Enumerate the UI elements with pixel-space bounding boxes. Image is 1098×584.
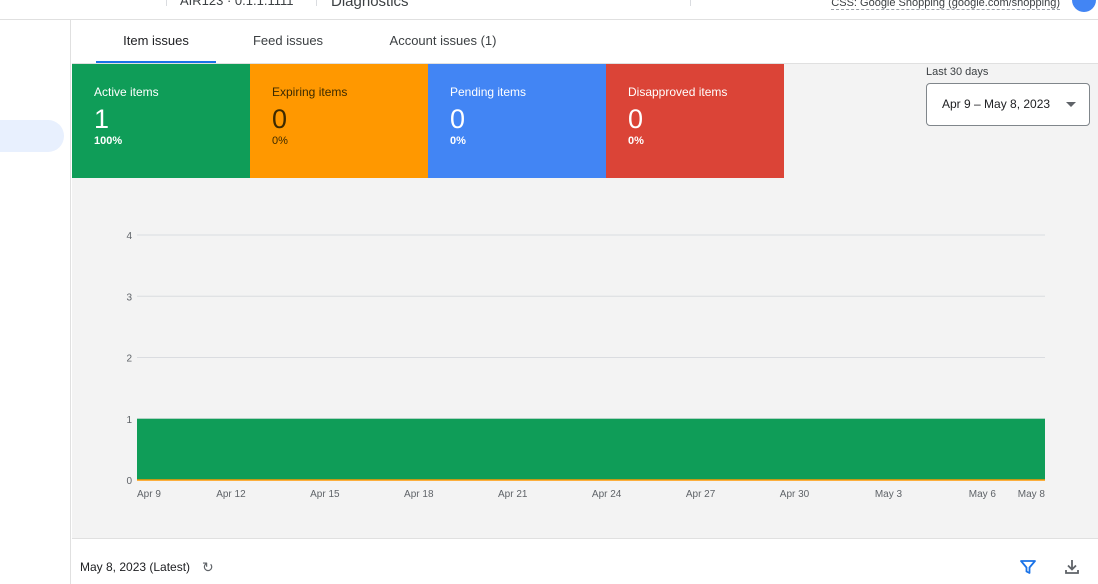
- x-tick-label: Apr 18: [404, 489, 434, 500]
- x-tick-label: May 3: [875, 489, 903, 500]
- y-tick-label: 1: [126, 415, 132, 426]
- sidebar-item-selected[interactable]: [0, 120, 64, 152]
- x-tick-label: Apr 27: [686, 489, 716, 500]
- tile-value: 0: [450, 104, 466, 134]
- tile-value: 0: [272, 104, 288, 134]
- breadcrumb-separator: [166, 0, 167, 6]
- tile-percent: 0%: [628, 135, 644, 147]
- y-tick-label: 4: [126, 231, 132, 242]
- x-tick-label: Apr 12: [216, 489, 246, 500]
- filter-icon[interactable]: [1020, 559, 1036, 580]
- tile-percent: 0%: [450, 135, 466, 147]
- y-tick-label: 3: [126, 292, 132, 303]
- latest-date: May 8, 2023 (Latest): [80, 560, 191, 574]
- tile-label: Active items: [94, 85, 159, 99]
- tile-label: Expiring items: [272, 85, 348, 99]
- tile-value: 0: [628, 104, 644, 134]
- tile-expiring-items[interactable]: Expiring items 0 0%: [250, 64, 428, 178]
- download-icon[interactable]: [1064, 559, 1080, 580]
- tile-disapproved-items[interactable]: Disapproved items 0 0%: [606, 64, 784, 178]
- x-tick-label: Apr 24: [592, 489, 622, 500]
- y-tick-label: 0: [126, 476, 132, 487]
- css-program-link[interactable]: CSS: Google Shopping (google.com/shoppin…: [831, 0, 1060, 10]
- date-range-label: Last 30 days: [926, 66, 989, 78]
- x-tick-label: May 8: [1018, 489, 1046, 500]
- x-tick-label: Apr 15: [310, 489, 340, 500]
- top-bar: AIR123 · 0.1.1.1111 Diagnostics CSS: Goo…: [0, 0, 1098, 20]
- toolbar-separator: [690, 0, 691, 6]
- x-tick-label: Apr 21: [498, 489, 528, 500]
- tile-label: Pending items: [450, 85, 527, 99]
- x-tick-label: May 6: [969, 489, 997, 500]
- tile-percent: 0%: [272, 135, 288, 147]
- breadcrumb-separator: [316, 0, 317, 6]
- tile-pending-items[interactable]: Pending items 0 0%: [428, 64, 606, 178]
- x-tick-label: Apr 9: [137, 489, 161, 500]
- tile-percent: 100%: [94, 135, 123, 147]
- x-tick-label: Apr 30: [780, 489, 810, 500]
- tile-active-items[interactable]: Active items 1 100%: [72, 64, 250, 178]
- refresh-icon[interactable]: ↻: [202, 559, 214, 576]
- area-series: [137, 418, 1045, 480]
- main-content: Item issues Feed issues Account issues (…: [72, 20, 1098, 584]
- date-range-select[interactable]: Apr 9 – May 8, 2023: [926, 83, 1090, 126]
- tile-value: 1: [94, 104, 110, 134]
- account-avatar[interactable]: [1072, 0, 1096, 12]
- chart-footer: May 8, 2023 (Latest) ↻: [72, 538, 1098, 584]
- date-range-value: Apr 9 – May 8, 2023: [942, 97, 1051, 111]
- y-axis-ticks: 0 1 2 3 4: [126, 231, 132, 487]
- dropdown-arrow-icon: [1066, 102, 1076, 107]
- tile-label: Disapproved items: [628, 85, 728, 99]
- breadcrumb-page: Diagnostics: [331, 0, 409, 10]
- breadcrumb-account[interactable]: AIR123 · 0.1.1.1111: [180, 0, 293, 8]
- chart-series: [137, 418, 1045, 481]
- y-tick-label: 2: [126, 354, 132, 365]
- x-axis-ticks: Apr 9 Apr 12 Apr 15 Apr 18 Apr 21 Apr 24 Apr 2…: [137, 489, 1045, 500]
- sidebar: [0, 20, 71, 584]
